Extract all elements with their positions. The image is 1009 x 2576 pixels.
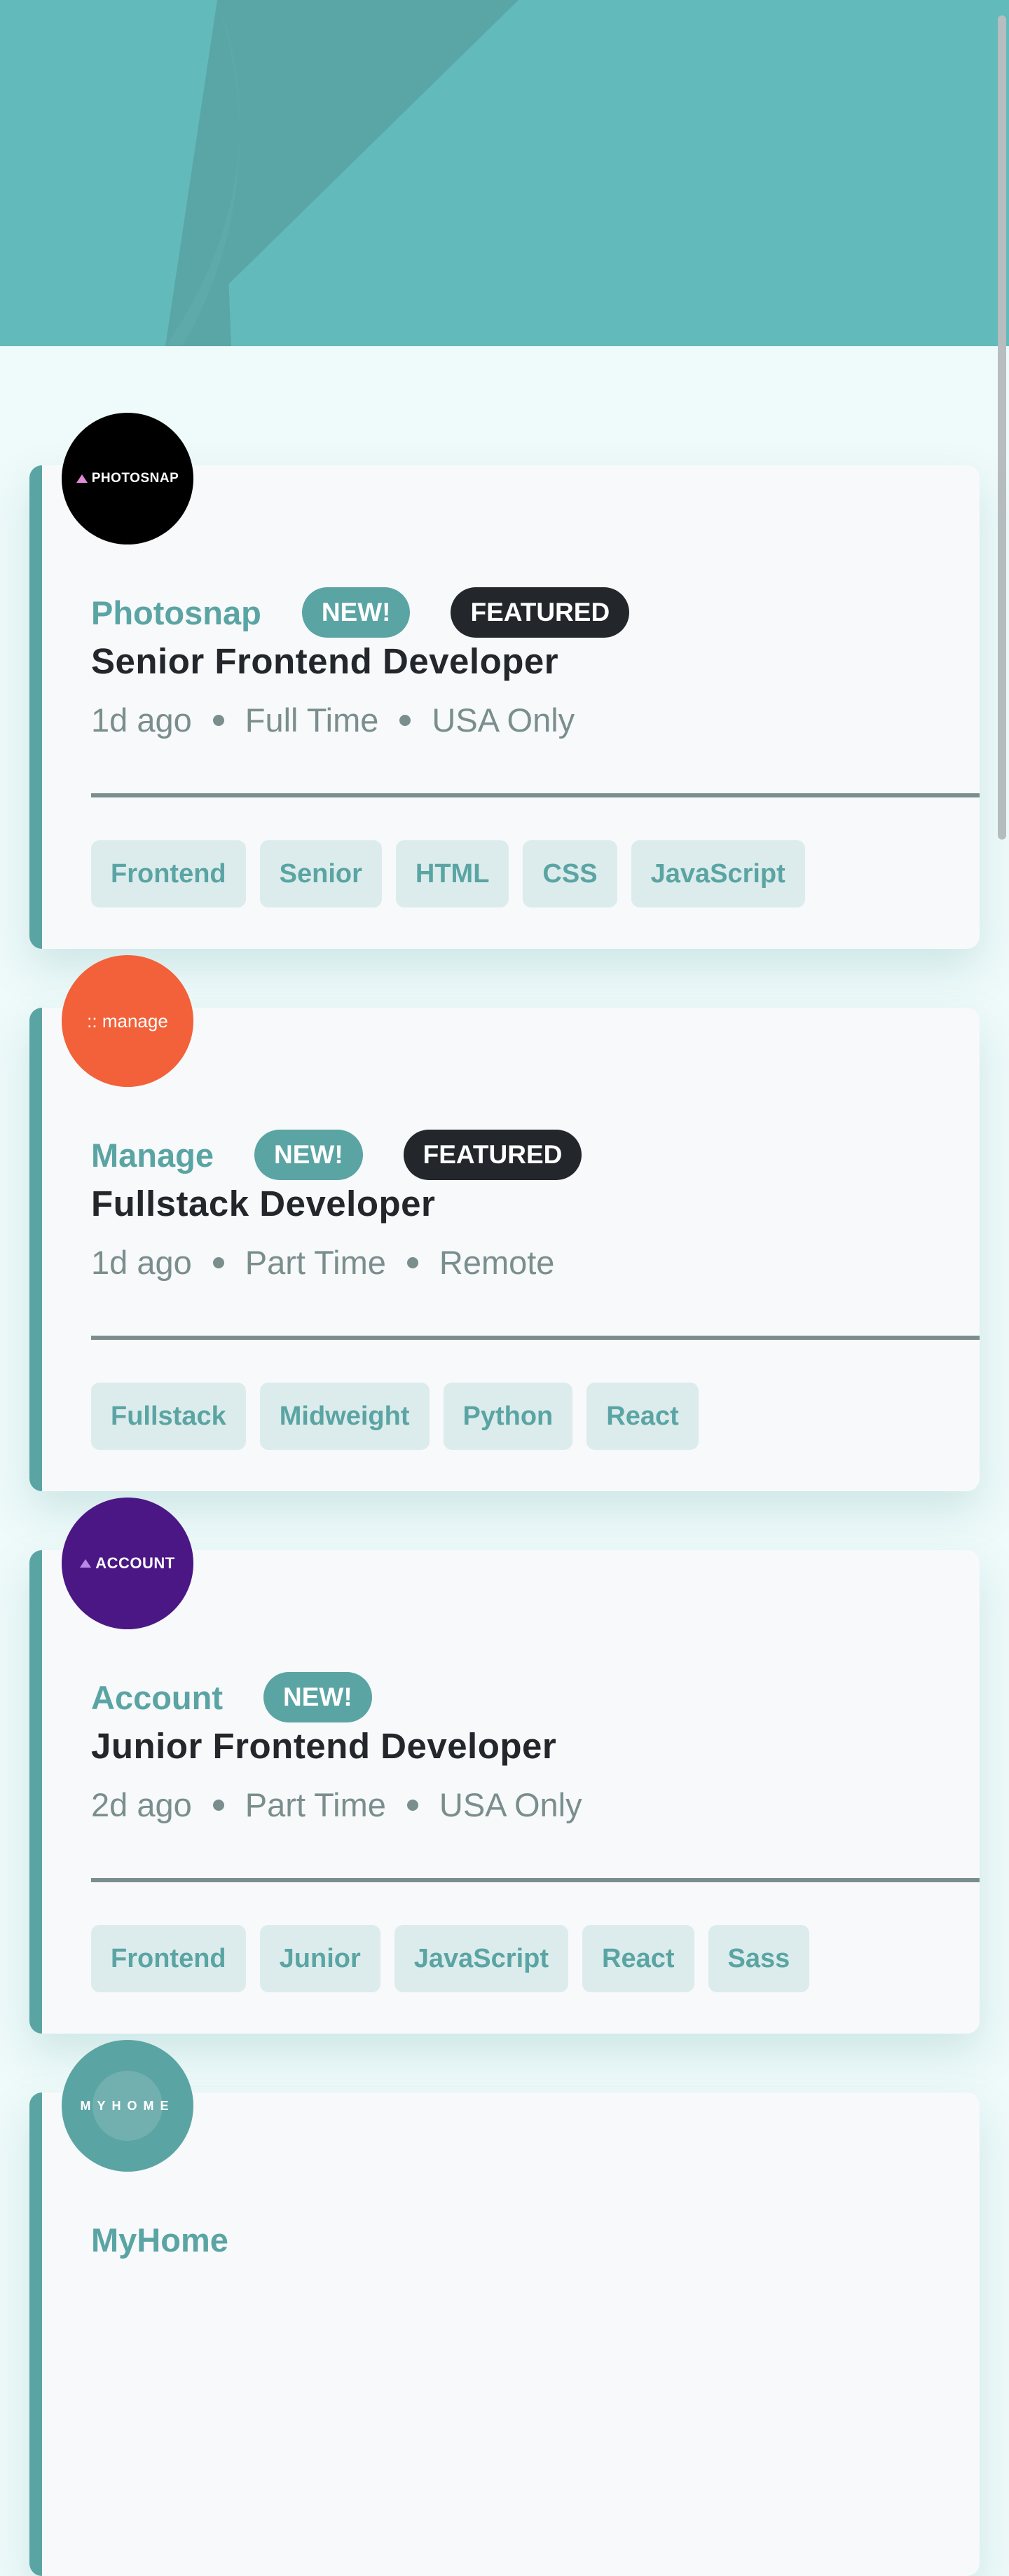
- filter-tag[interactable]: React: [582, 1925, 694, 1992]
- logo-text: ACCOUNT: [95, 1554, 175, 1572]
- company-logo: PHOTOSNAP: [62, 413, 193, 544]
- separator-dot: [212, 1256, 224, 1268]
- filter-tag[interactable]: Junior: [259, 1925, 380, 1992]
- company-name[interactable]: Manage: [91, 1136, 214, 1174]
- job-title[interactable]: Junior Frontend Developer: [91, 1725, 556, 1767]
- location: USA Only: [432, 701, 575, 739]
- divider: [91, 1336, 980, 1340]
- featured-accent: [29, 465, 42, 949]
- separator-dot: [212, 1799, 224, 1811]
- logo-text: MYHOME: [80, 2098, 175, 2113]
- job-meta: 1d ago Part Time Remote: [91, 1243, 554, 1282]
- separator-dot: [406, 1256, 418, 1268]
- new-badge: NEW!: [301, 587, 411, 638]
- filter-tag[interactable]: React: [586, 1383, 699, 1450]
- location: USA Only: [439, 1786, 582, 1823]
- company-line: MyHome: [91, 2214, 269, 2265]
- company-logo: :: manage: [62, 955, 193, 1087]
- company-logo: ACCOUNT: [62, 1498, 193, 1629]
- separator-dot: [399, 714, 411, 726]
- featured-accent: [29, 1550, 42, 2034]
- company-logo: MYHOME: [62, 2040, 193, 2172]
- job-title[interactable]: Senior Frontend Developer: [91, 640, 558, 682]
- new-badge: NEW!: [263, 1672, 372, 1722]
- location: Remote: [439, 1244, 555, 1281]
- contract-type: Full Time: [245, 701, 379, 739]
- filter-tag[interactable]: JavaScript: [631, 840, 805, 907]
- contract-type: Part Time: [245, 1244, 386, 1281]
- featured-badge: FEATURED: [403, 1130, 582, 1180]
- filter-tag[interactable]: Frontend: [91, 840, 246, 907]
- posted-at: 1d ago: [91, 1244, 192, 1281]
- company-name[interactable]: Account: [91, 1678, 223, 1717]
- separator-dot: [212, 714, 224, 726]
- featured-accent: [29, 1008, 42, 1491]
- job-card[interactable]: Manage NEW! FEATURED Fullstack Developer…: [29, 1008, 980, 1491]
- company-line: Account NEW!: [91, 1672, 413, 1722]
- filter-tag[interactable]: Frontend: [91, 1925, 246, 1992]
- tag-list: Fullstack Midweight Python React: [91, 1383, 713, 1450]
- scrollbar[interactable]: [998, 15, 1006, 840]
- tag-list: Frontend Junior JavaScript React Sass: [91, 1925, 823, 1992]
- job-meta: 1d ago Full Time USA Only: [91, 701, 575, 739]
- header-banner: [0, 0, 1009, 346]
- posted-at: 2d ago: [91, 1786, 192, 1823]
- filter-tag[interactable]: Python: [443, 1383, 573, 1450]
- job-meta: 2d ago Part Time USA Only: [91, 1786, 582, 1824]
- company-name[interactable]: MyHome: [91, 2221, 228, 2259]
- divider: [91, 793, 980, 797]
- triangle-icon: [80, 1559, 92, 1568]
- filter-tag[interactable]: CSS: [523, 840, 617, 907]
- contract-type: Part Time: [245, 1786, 386, 1823]
- tag-list: Frontend Senior HTML CSS JavaScript: [91, 840, 819, 907]
- company-name[interactable]: Photosnap: [91, 594, 261, 632]
- triangle-icon: [76, 474, 88, 483]
- filter-tag[interactable]: HTML: [395, 840, 509, 907]
- company-line: Manage NEW! FEATURED: [91, 1130, 622, 1180]
- job-card[interactable]: Account NEW! Junior Frontend Developer 2…: [29, 1550, 980, 2034]
- new-badge: NEW!: [254, 1130, 363, 1180]
- job-card[interactable]: Photosnap NEW! FEATURED Senior Frontend …: [29, 465, 980, 949]
- separator-dot: [406, 1799, 418, 1811]
- divider: [91, 1878, 980, 1882]
- filter-tag[interactable]: Midweight: [259, 1383, 430, 1450]
- filter-tag[interactable]: Senior: [259, 840, 382, 907]
- filter-tag[interactable]: JavaScript: [394, 1925, 568, 1992]
- logo-text: :: manage: [87, 1010, 168, 1032]
- logo-text: PHOTOSNAP: [91, 471, 179, 486]
- job-card[interactable]: MyHome: [29, 2092, 980, 2576]
- filter-tag[interactable]: Fullstack: [91, 1383, 246, 1450]
- filter-tag[interactable]: Sass: [708, 1925, 810, 1992]
- featured-badge: FEATURED: [451, 587, 630, 638]
- company-line: Photosnap NEW! FEATURED: [91, 587, 670, 638]
- job-title[interactable]: Fullstack Developer: [91, 1183, 435, 1224]
- featured-accent: [29, 2092, 42, 2576]
- header-pattern: [165, 0, 519, 346]
- posted-at: 1d ago: [91, 701, 192, 739]
